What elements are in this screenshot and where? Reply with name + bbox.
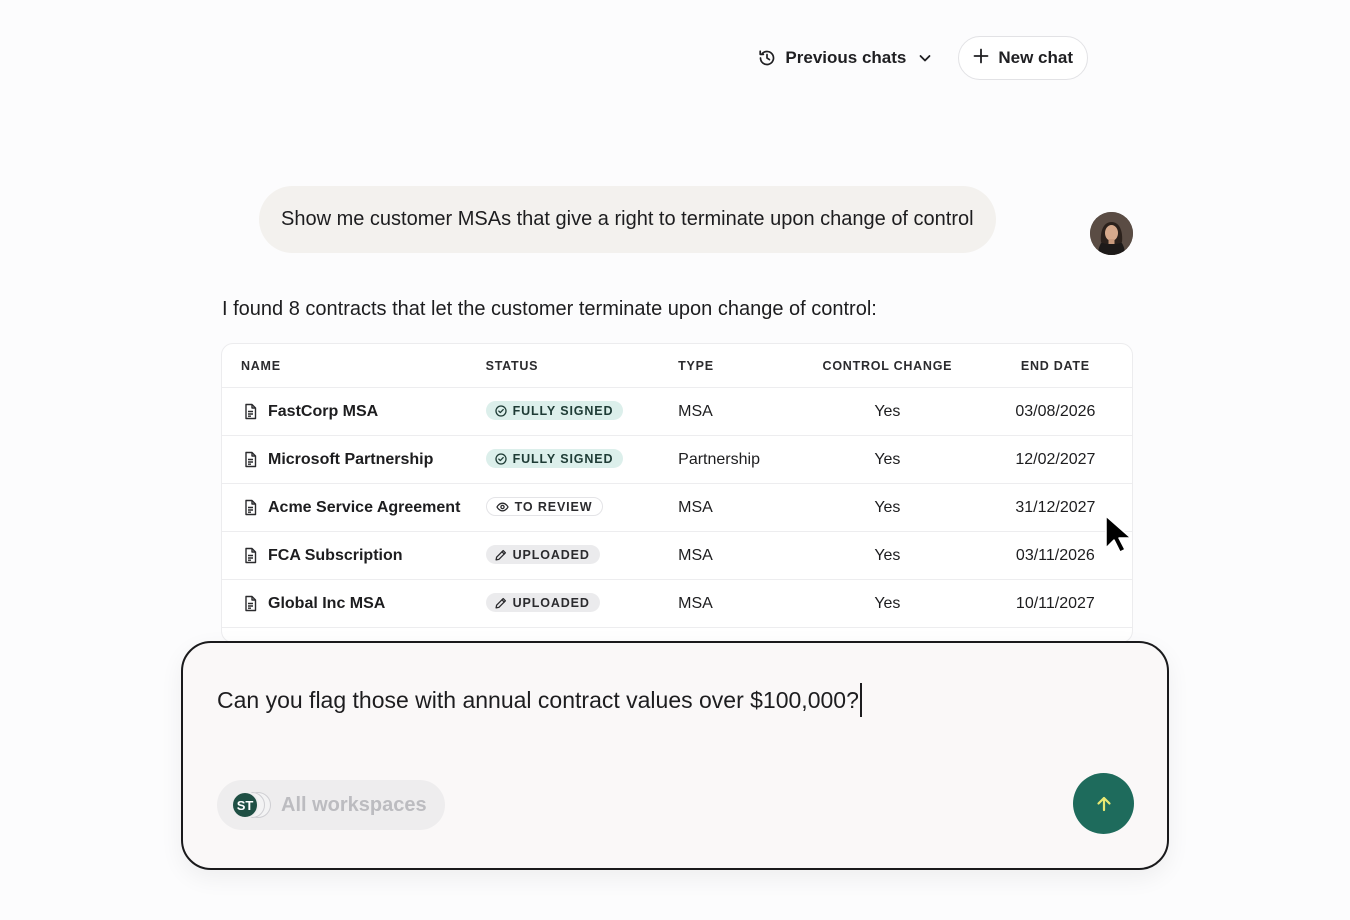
table-row[interactable]: FastCorp MSA FULLY SIGNED MSA Yes 03/08/… (222, 388, 1132, 436)
status-cell: TO REVIEW (485, 497, 679, 518)
table-row[interactable]: Microsoft Partnership FULLY SIGNED Partn… (222, 436, 1132, 484)
workspace-label: All workspaces (281, 793, 427, 816)
status-badge-label: UPLOADED (512, 547, 590, 562)
contract-name-cell: Microsoft Partnership (222, 451, 486, 469)
history-icon (757, 48, 777, 68)
column-header-control-change[interactable]: CONTROL CHANGE (796, 359, 979, 373)
control-change-cell: Yes (874, 546, 901, 564)
text-caret (859, 683, 862, 717)
user-message-bubble: Show me customer MSAs that give a right … (259, 186, 996, 253)
column-header-status[interactable]: STATUS (486, 359, 679, 373)
chat-page: Previous chats New chat Show me customer… (0, 0, 1350, 920)
contract-name[interactable]: FCA Subscription (268, 547, 403, 565)
type-cell: MSA (678, 402, 713, 420)
mouse-cursor-icon (1105, 515, 1132, 553)
control-change-cell: Yes (874, 450, 901, 468)
table-row[interactable]: Global Inc MSA UPLOADED MSA Yes 10/11/20… (222, 580, 1132, 628)
user-avatar (1090, 212, 1133, 255)
contract-name-cell: Global Inc MSA (222, 595, 486, 613)
status-badge: UPLOADED (485, 593, 600, 613)
column-header-name[interactable]: NAME (222, 359, 486, 373)
chat-composer[interactable]: Can you flag those with annual contract … (181, 641, 1169, 870)
pencil-icon (495, 549, 506, 561)
status-badge: TO REVIEW (485, 497, 604, 517)
arrow-up-icon (1096, 796, 1111, 811)
type-cell: MSA (678, 546, 713, 564)
type-cell: MSA (678, 594, 713, 612)
contract-name-cell: FCA Subscription (222, 547, 486, 565)
status-cell: FULLY SIGNED (485, 449, 679, 470)
chevron-down-icon (918, 51, 932, 65)
document-icon (245, 595, 257, 612)
top-bar: Previous chats New chat (753, 36, 1088, 80)
previous-chats-label: Previous chats (785, 48, 907, 67)
contract-name-cell: FastCorp MSA (222, 403, 486, 421)
type-cell: MSA (678, 498, 713, 516)
status-badge-label: FULLY SIGNED (512, 451, 614, 466)
table-header: NAME STATUS TYPE CONTROL CHANGE END DATE (222, 344, 1132, 388)
contract-name[interactable]: FastCorp MSA (268, 403, 378, 421)
control-change-cell: Yes (874, 402, 901, 420)
status-cell: UPLOADED (485, 545, 679, 566)
end-date-cell: 03/08/2026 (1015, 402, 1096, 420)
workspace-avatar: ST (231, 791, 259, 819)
document-icon (245, 403, 257, 420)
status-badge: FULLY SIGNED (485, 401, 624, 421)
workspace-selector[interactable]: ST All workspaces (217, 780, 445, 830)
check-circle-icon (494, 405, 507, 417)
plus-icon (973, 48, 989, 69)
type-cell: Partnership (678, 450, 760, 468)
column-header-end-date[interactable]: END DATE (979, 359, 1132, 373)
new-chat-label: New chat (998, 48, 1073, 67)
table-row[interactable]: FCA Subscription UPLOADED MSA Yes 03/11/… (222, 532, 1132, 580)
status-badge: FULLY SIGNED (485, 449, 624, 469)
eye-icon (495, 502, 509, 512)
pencil-icon (495, 597, 506, 609)
status-badge-label: UPLOADED (512, 595, 590, 610)
contract-name[interactable]: Global Inc MSA (268, 595, 385, 613)
control-change-cell: Yes (874, 594, 901, 612)
table-row[interactable]: Acme Service Agreement TO REVIEW MSA Yes… (222, 484, 1132, 532)
send-button[interactable] (1073, 773, 1134, 834)
control-change-cell: Yes (874, 498, 901, 516)
contract-name[interactable]: Microsoft Partnership (268, 451, 433, 469)
contract-name-cell: Acme Service Agreement (222, 499, 486, 517)
document-icon (245, 547, 257, 564)
status-badge-label: TO REVIEW (514, 499, 593, 514)
contract-name[interactable]: Acme Service Agreement (268, 499, 460, 517)
column-header-type[interactable]: TYPE (678, 359, 796, 373)
end-date-cell: 12/02/2027 (1015, 450, 1096, 468)
document-icon (245, 499, 257, 516)
contracts-table: NAME STATUS TYPE CONTROL CHANGE END DATE… (221, 343, 1133, 643)
message-input[interactable]: Can you flag those with annual contract … (217, 683, 862, 717)
status-badge: UPLOADED (485, 545, 600, 565)
document-icon (245, 451, 257, 468)
status-cell: FULLY SIGNED (485, 401, 679, 422)
check-circle-icon (494, 453, 507, 465)
workspace-avatars: ST (231, 791, 271, 819)
new-chat-button[interactable]: New chat (958, 36, 1088, 80)
status-badge-label: FULLY SIGNED (512, 403, 614, 418)
message-input-value: Can you flag those with annual contract … (217, 686, 859, 713)
end-date-cell: 10/11/2027 (1015, 594, 1095, 612)
assistant-intro-text: I found 8 contracts that let the custome… (222, 298, 877, 320)
status-cell: UPLOADED (485, 593, 679, 614)
previous-chats-dropdown[interactable]: Previous chats (753, 42, 936, 74)
